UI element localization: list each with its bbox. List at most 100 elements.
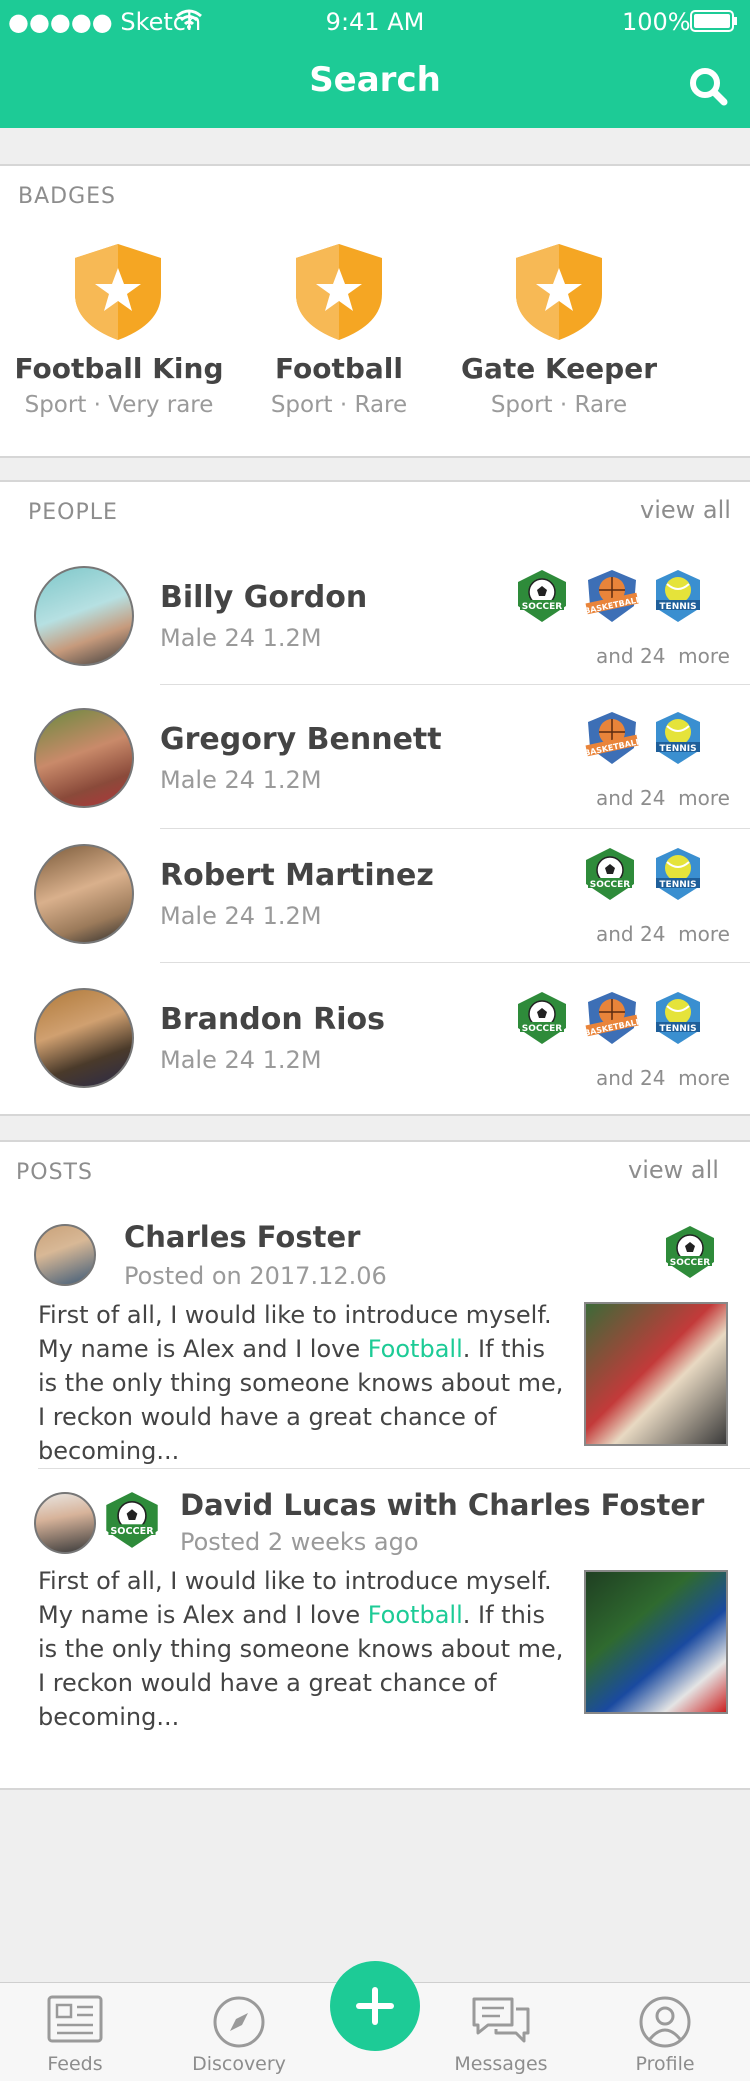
- post-tag-link[interactable]: Football: [368, 1335, 463, 1363]
- svg-text:SOCCER: SOCCER: [110, 1526, 154, 1537]
- compass-icon: [213, 1996, 265, 2048]
- tab-profile[interactable]: Profile: [590, 1995, 740, 2075]
- sport-badge: SOCCER: [516, 568, 568, 628]
- basketball-badge-icon: BASKETBALL: [583, 570, 642, 622]
- sport-badge: BASKETBALL: [583, 710, 642, 770]
- tab-messages[interactable]: Messages: [426, 1995, 576, 2075]
- divider: [160, 684, 750, 685]
- post-date: Posted 2 weeks ago: [180, 1528, 419, 1556]
- divider: [38, 1468, 750, 1469]
- post-image[interactable]: [584, 1570, 728, 1714]
- posts-view-all-link[interactable]: view all: [628, 1156, 719, 1184]
- tab-label: Messages: [454, 2053, 548, 2075]
- soccer-badge-icon: SOCCER: [518, 570, 566, 622]
- soccer-badge-icon: SOCCER: [104, 1490, 160, 1554]
- soccer-badge-icon: SOCCER: [518, 992, 566, 1044]
- tab-label: Discovery: [192, 2053, 286, 2075]
- sport-badge: SOCCER: [584, 846, 636, 906]
- add-button[interactable]: [330, 1961, 420, 2051]
- tab-discovery[interactable]: Discovery: [164, 1995, 314, 2075]
- page-title: Search: [309, 60, 441, 100]
- tab-bar: Feeds Discovery Messages Profile: [0, 1961, 750, 2081]
- tennis-badge-icon: TENNIS: [656, 992, 700, 1044]
- app-header: ●●●●● Sketch 9:41 AM 100% Search: [0, 0, 750, 128]
- tab-feeds[interactable]: Feeds: [0, 1995, 150, 2075]
- person-meta: Male 24 1.2M: [160, 624, 322, 652]
- svg-text:TENNIS: TENNIS: [659, 744, 696, 754]
- person-row[interactable]: Robert Martinez Male 24 1.2M SOCCER TENNIS a…: [0, 836, 750, 966]
- avatar[interactable]: [34, 566, 134, 666]
- badge-subtitle: Sport · Rare: [270, 392, 408, 418]
- avatar[interactable]: [34, 708, 134, 808]
- post-card[interactable]: SOCCER David Lucas with Charles Foster P…: [0, 1486, 750, 1731]
- post-card[interactable]: Charles Foster Posted on 2017.12.06 SOCC…: [0, 1218, 750, 1465]
- badge-card[interactable]: Football King Sport · Very rare: [4, 242, 234, 442]
- divider: [160, 828, 750, 829]
- more-badges-text[interactable]: and 24 more: [596, 644, 730, 668]
- people-view-all-link[interactable]: view all: [640, 496, 731, 524]
- svg-text:SOCCER: SOCCER: [522, 1024, 562, 1034]
- badge-name: Gate Keeper: [460, 352, 658, 385]
- person-name[interactable]: Billy Gordon: [160, 580, 367, 615]
- posts-section: POSTS view all Charles Foster Posted on …: [0, 1140, 750, 1790]
- badge-name: Football: [275, 352, 403, 385]
- messages-icon: [472, 1997, 530, 2043]
- sport-badge: TENNIS: [652, 710, 704, 770]
- avatar[interactable]: [34, 988, 134, 1088]
- sport-badge: TENNIS: [652, 568, 704, 628]
- post-image[interactable]: [584, 1302, 728, 1446]
- post-body: First of all, I would like to introduce …: [38, 1564, 568, 1734]
- people-section: PEOPLE view all Billy Gordon Male 24 1.2M…: [0, 480, 750, 1116]
- more-badges-text[interactable]: and 24 more: [596, 1066, 730, 1090]
- post-author[interactable]: David Lucas with Charles Foster: [180, 1488, 704, 1522]
- soccer-badge-icon: SOCCER: [586, 848, 634, 900]
- plus-icon: [356, 1987, 394, 2025]
- person-name[interactable]: Robert Martinez: [160, 858, 434, 893]
- tab-label: Feeds: [47, 2053, 103, 2075]
- badge-card[interactable]: Football Sport · Rare: [224, 242, 454, 442]
- shield-star-icon: [73, 242, 163, 346]
- person-name[interactable]: Brandon Rios: [160, 1002, 385, 1037]
- status-battery: 100%: [622, 8, 691, 36]
- more-badges-text[interactable]: and 24 more: [596, 922, 730, 946]
- svg-text:TENNIS: TENNIS: [659, 602, 696, 612]
- badges-heading: BADGES: [18, 184, 116, 209]
- posts-heading: POSTS: [16, 1160, 93, 1185]
- tennis-badge-icon: TENNIS: [656, 848, 700, 900]
- sport-badge: TENNIS: [652, 990, 704, 1050]
- feeds-icon: [47, 1995, 103, 2043]
- basketball-badge-icon: BASKETBALL: [583, 992, 642, 1044]
- svg-text:SOCCER: SOCCER: [670, 1258, 710, 1268]
- shield-star-icon: [294, 242, 384, 346]
- soccer-badge-icon: SOCCER: [664, 1224, 716, 1284]
- person-row[interactable]: Gregory Bennett Male 24 1.2M BASKETBALL TEN…: [0, 700, 750, 830]
- profile-icon: [639, 1996, 691, 2048]
- tab-label: Profile: [635, 2053, 695, 2075]
- badge-name: Football King: [14, 352, 224, 385]
- post-tag-link[interactable]: Football: [368, 1601, 463, 1629]
- person-meta: Male 24 1.2M: [160, 1046, 322, 1074]
- post-author[interactable]: Charles Foster: [124, 1220, 360, 1254]
- post-date: Posted on 2017.12.06: [124, 1262, 387, 1290]
- badge-subtitle: Sport · Very rare: [24, 392, 214, 418]
- avatar[interactable]: [34, 844, 134, 944]
- sport-badge: TENNIS: [652, 846, 704, 906]
- svg-text:TENNIS: TENNIS: [659, 1024, 696, 1034]
- avatar[interactable]: [34, 1224, 96, 1286]
- avatar[interactable]: [34, 1492, 96, 1554]
- person-meta: Male 24 1.2M: [160, 766, 322, 794]
- person-row[interactable]: Billy Gordon Male 24 1.2M SOCCER BASKETBALL…: [0, 558, 750, 688]
- tennis-badge-icon: TENNIS: [656, 570, 700, 622]
- badge-card[interactable]: Gate Keeper Sport · Rare: [444, 242, 674, 442]
- tennis-badge-icon: TENNIS: [656, 712, 700, 764]
- svg-text:SOCCER: SOCCER: [590, 880, 630, 890]
- sport-badge: SOCCER: [516, 990, 568, 1050]
- more-badges-text[interactable]: and 24 more: [596, 786, 730, 810]
- shield-star-icon: [514, 242, 604, 346]
- search-icon[interactable]: [688, 66, 728, 110]
- person-name[interactable]: Gregory Bennett: [160, 722, 442, 757]
- divider: [160, 962, 750, 963]
- svg-text:TENNIS: TENNIS: [659, 880, 696, 890]
- person-row[interactable]: Brandon Rios Male 24 1.2M SOCCER BASKETBALL…: [0, 980, 750, 1110]
- person-meta: Male 24 1.2M: [160, 902, 322, 930]
